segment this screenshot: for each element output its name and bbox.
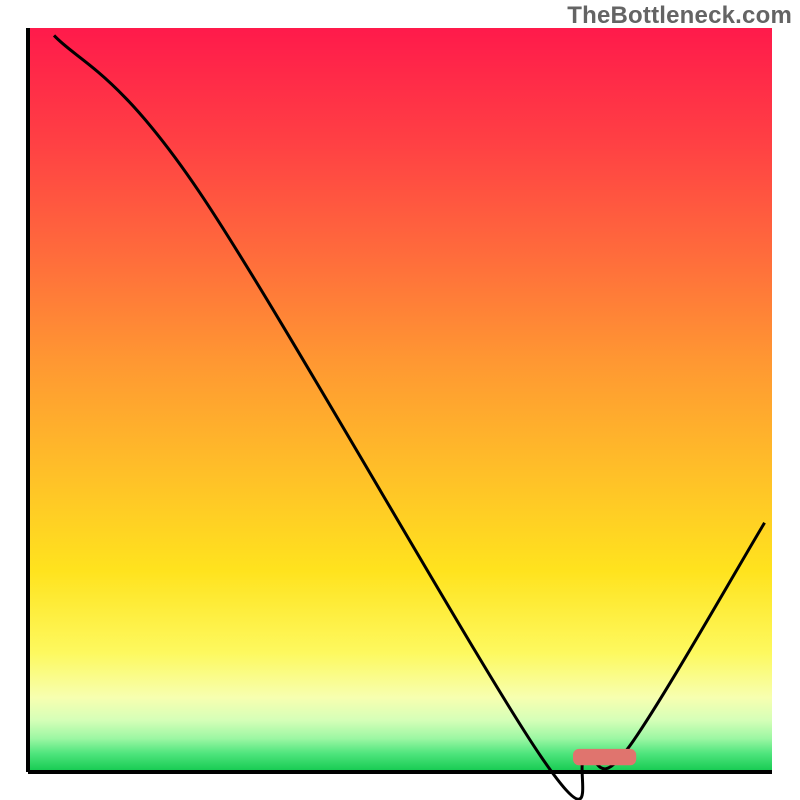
bottleneck-chart bbox=[0, 0, 800, 800]
watermark-text: TheBottleneck.com bbox=[567, 2, 792, 30]
optimal-marker bbox=[573, 749, 636, 765]
chart-container: TheBottleneck.com bbox=[0, 0, 800, 800]
plot-background bbox=[28, 28, 772, 772]
